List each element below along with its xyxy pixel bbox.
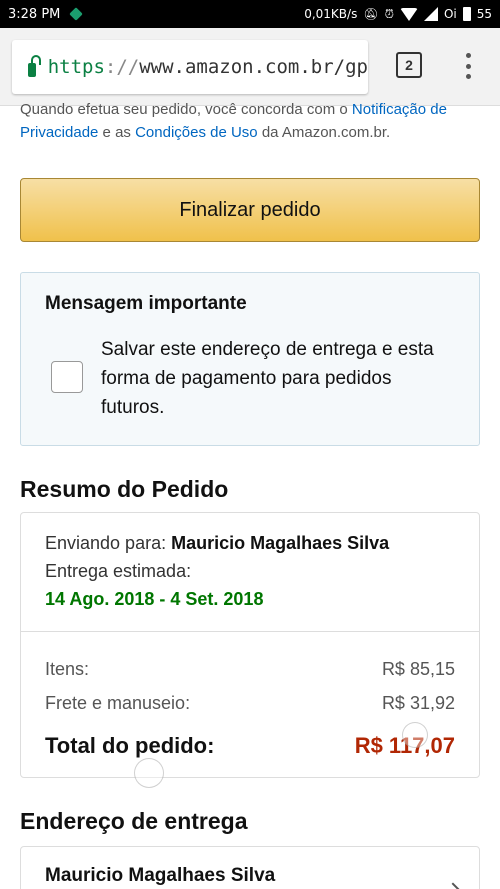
url-separator: :// (104, 56, 140, 78)
url-host: www.amazon.com.br/gp (139, 56, 368, 78)
save-preferences-checkbox[interactable] (51, 361, 83, 393)
items-value: R$ 85,15 (381, 659, 455, 679)
shipping-label: Frete e manuseio: (45, 693, 191, 713)
items-row: Itens: R$ 85,15 (45, 659, 455, 680)
page-content: Quando efetua seu pedido, você concorda … (0, 101, 500, 889)
signal-icon (423, 7, 438, 21)
battery-level: 55 (476, 7, 492, 21)
lock-icon (28, 55, 41, 77)
chevron-right-icon (444, 882, 462, 889)
eta-dates: 14 Ago. 2018 - 4 Set. 2018 (45, 589, 264, 609)
terms-link[interactable]: Condições de Uso (135, 124, 258, 141)
network-speed: 0,01KB/s (304, 7, 358, 21)
delivery-address-card[interactable]: Mauricio Magalhaes Silva (20, 846, 480, 889)
touch-indicator (402, 722, 428, 748)
url-bar[interactable]: https://www.amazon.com.br/gp (12, 40, 368, 94)
tab-switcher-button[interactable]: 2 (396, 52, 422, 78)
address-name: Mauricio Magalhaes Silva (45, 865, 276, 886)
important-message-box: Mensagem importante Salvar este endereço… (20, 272, 480, 446)
clock: 3:28 PM (8, 6, 61, 22)
wifi-icon (399, 7, 418, 21)
finalize-order-button[interactable]: Finalizar pedido (20, 178, 480, 242)
order-summary-title: Resumo do Pedido (20, 476, 229, 502)
shipping-to-name: Mauricio Magalhaes Silva (171, 533, 390, 553)
shipping-to: Enviando para: Mauricio Magalhaes Silva (45, 533, 390, 553)
eta-label: Entrega estimada: (45, 561, 192, 581)
carrier-name: Oi (443, 7, 457, 21)
bell-off-icon: 🔕︎ (363, 7, 379, 21)
status-icons: 0,01KB/s 🔕︎ ⏰︎ Oi 55 (304, 7, 492, 22)
delivery-address-title: Endereço de entrega (20, 808, 248, 834)
browser-toolbar: https://www.amazon.com.br/gp 2 (0, 28, 500, 106)
save-preferences-label[interactable]: Salvar este endereço de entrega e esta f… (101, 335, 441, 422)
app-notification-icon (69, 7, 84, 21)
status-bar: 3:28 PM 0,01KB/s 🔕︎ ⏰︎ Oi 55 (0, 0, 500, 28)
divider (21, 631, 479, 632)
overflow-menu-icon[interactable] (462, 50, 474, 82)
alarm-icon: ⏰︎ (384, 6, 394, 21)
terms-notice: Quando efetua seu pedido, você concorda … (20, 101, 447, 141)
battery-icon (462, 7, 471, 21)
url-text[interactable]: https://www.amazon.com.br/gp (48, 56, 368, 78)
touch-indicator (134, 758, 164, 788)
total-label: Total do pedido: (45, 733, 215, 758)
important-message-title: Mensagem importante (45, 293, 247, 314)
shipping-value: R$ 31,92 (381, 693, 455, 713)
total-row: Total do pedido: R$ 117,07 (45, 733, 455, 759)
items-label: Itens: (45, 659, 90, 679)
url-scheme: https (47, 56, 105, 78)
shipping-row: Frete e manuseio: R$ 31,92 (45, 693, 455, 714)
